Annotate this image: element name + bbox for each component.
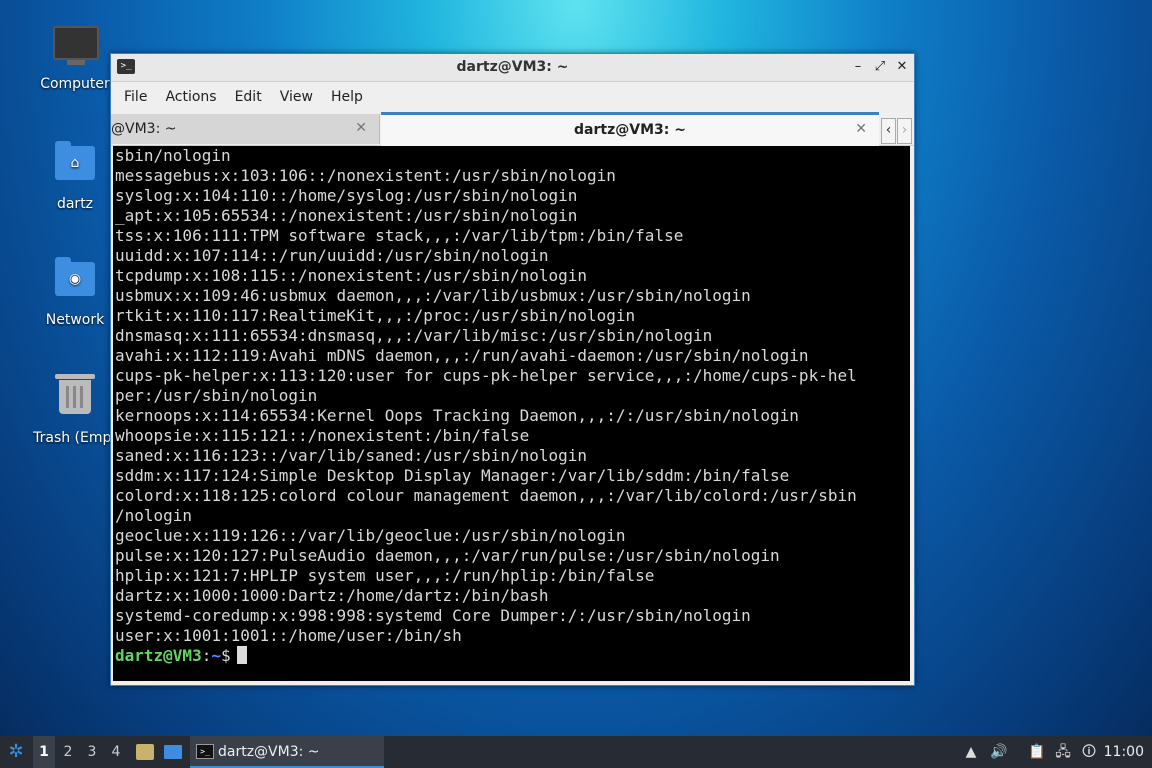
prompt-separator: : — [201, 646, 212, 665]
minimize-icon[interactable]: – — [849, 58, 867, 76]
workspace-2[interactable]: 2 — [57, 736, 79, 768]
menu-view[interactable]: View — [271, 89, 322, 105]
window-title: dartz@VM3: ~ — [456, 59, 569, 75]
network-status-icon[interactable]: 🖧 — [1054, 743, 1072, 761]
taskbar-window-terminal[interactable]: >_ dartz@VM3: ~ — [190, 736, 384, 768]
terminal-prompt: dartz@VM3:~$ — [113, 646, 910, 666]
terminal-line: uuidd:x:107:114::/run/uuidd:/usr/sbin/no… — [115, 246, 549, 265]
prompt-user-host: dartz@VM3 — [115, 646, 202, 665]
prompt-symbol: $ — [220, 646, 231, 665]
terminal-line: avahi:x:112:119:Avahi mDNS daemon,,,:/ru… — [115, 346, 809, 365]
tab-active[interactable]: dartz@VM3: ~ ✕ — [381, 112, 879, 146]
terminal-line: usbmux:x:109:46:usbmux daemon,,,:/var/li… — [115, 286, 751, 305]
tab-scroll-left-icon[interactable]: ‹ — [881, 118, 896, 144]
terminal-line: dartz:x:1000:1000:Dartz:/home/dartz:/bin… — [115, 586, 549, 605]
terminal-line: /nologin — [115, 506, 193, 525]
prompt-path: ~ — [211, 646, 221, 665]
terminal-task-icon: >_ — [196, 744, 214, 759]
terminal-line: tcpdump:x:108:115::/nonexistent:/usr/sbi… — [115, 266, 588, 285]
terminal-line: kernoops:x:114:65534:Kernel Oops Trackin… — [115, 406, 799, 425]
tray-up-arrow-icon[interactable]: ▲ — [962, 743, 980, 761]
terminal-line: colord:x:118:125:colord colour managemen… — [115, 486, 857, 505]
terminal-line: cups-pk-helper:x:113:120:user for cups-p… — [115, 366, 857, 385]
tab-close-icon[interactable]: ✕ — [355, 120, 367, 136]
terminal-line: user:x:1001:1001::/home/user:/bin/sh — [115, 626, 462, 645]
terminal-line: per:/usr/sbin/nologin — [115, 386, 318, 405]
terminal-text: sbin/nologin messagebus:x:103:106::/nonex… — [113, 146, 910, 646]
terminal-line: pulse:x:120:127:PulseAudio daemon,,,:/va… — [115, 546, 780, 565]
start-menu-icon[interactable]: ✲ — [4, 736, 28, 768]
terminal-line: tss:x:106:111:TPM software stack,,,:/var… — [115, 226, 684, 245]
menu-actions[interactable]: Actions — [156, 89, 225, 105]
computer-icon — [53, 26, 99, 70]
maximize-icon[interactable]: ⤢ — [871, 58, 889, 76]
tab-label: @VM3: ~ — [111, 121, 177, 137]
tab-label: dartz@VM3: ~ — [574, 122, 686, 138]
tab-bar: @VM3: ~ ✕ dartz@VM3: ~ ✕ ‹ › — [111, 112, 914, 146]
terminal-window: >_ dartz@VM3: ~ – ⤢ ✕ File Actions Edit … — [110, 53, 915, 686]
menu-bar: File Actions Edit View Help — [111, 82, 914, 112]
menu-help[interactable]: Help — [322, 89, 372, 105]
window-titlebar[interactable]: >_ dartz@VM3: ~ – ⤢ ✕ — [111, 54, 914, 82]
close-icon[interactable]: ✕ — [893, 58, 911, 76]
terminal-line: whoopsie:x:115:121::/nonexistent:/bin/fa… — [115, 426, 530, 445]
terminal-cursor — [236, 646, 247, 664]
menu-edit[interactable]: Edit — [226, 89, 271, 105]
workspace-4[interactable]: 4 — [105, 736, 127, 768]
home-folder-icon: ⌂ — [53, 141, 97, 190]
workspace-3[interactable]: 3 — [81, 736, 103, 768]
taskbar: ✲ 1 2 3 4 >_ dartz@VM3: ~ ▲ 🔊 📋 🖧 🛈 11:0… — [0, 736, 1152, 768]
clock[interactable]: 11:00 — [1104, 736, 1144, 768]
terminal-line: systemd-coredump:x:998:998:systemd Core … — [115, 606, 751, 625]
notification-icon[interactable]: 🛈 — [1080, 743, 1098, 761]
terminal-output[interactable]: sbin/nologin messagebus:x:103:106::/nonex… — [113, 146, 910, 681]
terminal-line: sbin/nologin — [115, 146, 231, 165]
terminal-line: _apt:x:105:65534::/nonexistent:/usr/sbin… — [115, 206, 578, 225]
volume-icon[interactable]: 🔊 — [990, 743, 1008, 761]
terminal-line: dnsmasq:x:111:65534:dnsmasq,,,:/var/lib/… — [115, 326, 713, 345]
terminal-line: rtkit:x:110:117:RealtimeKit,,,:/proc:/us… — [115, 306, 636, 325]
show-desktop-icon[interactable] — [162, 736, 184, 768]
terminal-line: messagebus:x:103:106::/nonexistent:/usr/… — [115, 166, 616, 185]
workspace-1[interactable]: 1 — [33, 736, 55, 768]
tab-close-icon[interactable]: ✕ — [855, 121, 867, 137]
clipboard-icon[interactable]: 📋 — [1028, 743, 1046, 761]
terminal-line: sddm:x:117:124:Simple Desktop Display Ma… — [115, 466, 790, 485]
tab-inactive[interactable]: @VM3: ~ ✕ — [111, 114, 380, 144]
tab-scroll-right-icon[interactable]: › — [897, 118, 912, 144]
terminal-line: geoclue:x:119:126::/var/lib/geoclue:/usr… — [115, 526, 626, 545]
network-folder-icon: ◉ — [53, 257, 97, 306]
terminal-line: saned:x:116:123::/var/lib/saned:/usr/sbi… — [115, 446, 588, 465]
menu-file[interactable]: File — [115, 89, 156, 105]
terminal-line: hplip:x:121:7:HPLIP system user,,,:/run/… — [115, 566, 655, 585]
taskbar-window-label: dartz@VM3: ~ — [218, 744, 320, 760]
file-manager-icon[interactable] — [134, 736, 156, 768]
terminal-line: syslog:x:104:110::/home/syslog:/usr/sbin… — [115, 186, 578, 205]
trash-icon — [53, 374, 97, 424]
